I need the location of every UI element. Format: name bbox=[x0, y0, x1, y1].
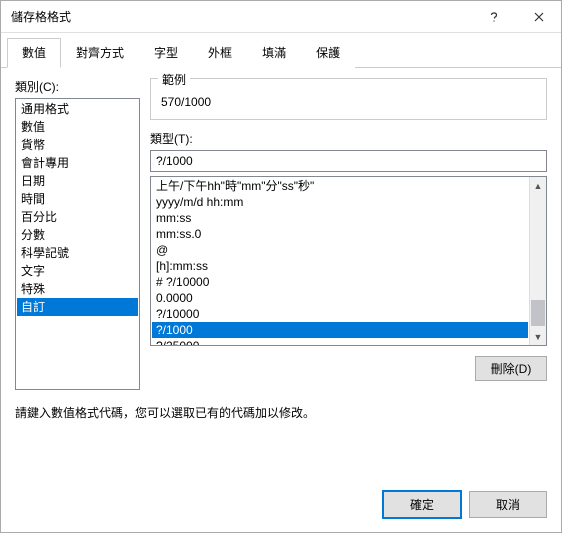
dialog-footer: 確定 取消 bbox=[1, 477, 561, 532]
close-button[interactable] bbox=[516, 1, 561, 32]
tab-protection[interactable]: 保護 bbox=[301, 38, 355, 68]
type-item[interactable]: ?/10000 bbox=[152, 306, 528, 322]
cancel-button[interactable]: 取消 bbox=[469, 491, 547, 518]
scrollbar[interactable]: ▲ ▼ bbox=[529, 177, 546, 345]
category-item[interactable]: 數值 bbox=[17, 118, 138, 136]
type-item[interactable]: 0.0000 bbox=[152, 290, 528, 306]
type-item[interactable]: mm:ss.0 bbox=[152, 226, 528, 242]
category-item[interactable]: 會計專用 bbox=[17, 154, 138, 172]
type-label: 類型(T): bbox=[150, 130, 547, 147]
tab-border[interactable]: 外框 bbox=[193, 38, 247, 68]
category-item[interactable]: 分數 bbox=[17, 226, 138, 244]
type-item[interactable]: [h]:mm:ss bbox=[152, 258, 528, 274]
tab-font[interactable]: 字型 bbox=[139, 38, 193, 68]
format-cells-dialog: 儲存格格式 數值 對齊方式 字型 外框 填滿 保護 類別(C): 通用格式數值貨… bbox=[0, 0, 562, 533]
hint-text: 請鍵入數值格式代碼，您可以選取已有的代碼加以修改。 bbox=[15, 404, 547, 421]
type-item[interactable]: ?/1000 bbox=[152, 322, 528, 338]
category-item[interactable]: 百分比 bbox=[17, 208, 138, 226]
sample-label: 範例 bbox=[158, 71, 190, 88]
category-item[interactable]: 文字 bbox=[17, 262, 138, 280]
category-item[interactable]: 自訂 bbox=[17, 298, 138, 316]
type-item[interactable]: ?/25000 bbox=[152, 338, 528, 345]
category-list[interactable]: 通用格式數值貨幣會計專用日期時間百分比分數科學記號文字特殊自訂 bbox=[15, 98, 140, 390]
category-item[interactable]: 科學記號 bbox=[17, 244, 138, 262]
sample-value: 570/1000 bbox=[161, 95, 536, 109]
tab-bar: 數值 對齊方式 字型 外框 填滿 保護 bbox=[1, 37, 561, 68]
scroll-thumb[interactable] bbox=[531, 300, 545, 326]
sample-box: 範例 570/1000 bbox=[150, 78, 547, 120]
tab-fill[interactable]: 填滿 bbox=[247, 38, 301, 68]
type-list[interactable]: 上午/下午hh"時"mm"分"ss"秒"yyyy/m/d hh:mmmm:ssm… bbox=[150, 176, 547, 346]
category-item[interactable]: 時間 bbox=[17, 190, 138, 208]
scroll-track[interactable] bbox=[530, 194, 546, 328]
type-item[interactable]: yyyy/m/d hh:mm bbox=[152, 194, 528, 210]
type-item[interactable]: 上午/下午hh"時"mm"分"ss"秒" bbox=[152, 178, 528, 194]
type-item[interactable]: mm:ss bbox=[152, 210, 528, 226]
category-item[interactable]: 特殊 bbox=[17, 280, 138, 298]
help-button[interactable] bbox=[471, 1, 516, 32]
category-item[interactable]: 通用格式 bbox=[17, 100, 138, 118]
tab-alignment[interactable]: 對齊方式 bbox=[61, 38, 139, 68]
category-item[interactable]: 日期 bbox=[17, 172, 138, 190]
titlebar-buttons bbox=[471, 1, 561, 32]
scroll-down-icon[interactable]: ▼ bbox=[530, 328, 546, 345]
type-item[interactable]: # ?/10000 bbox=[152, 274, 528, 290]
dialog-title: 儲存格格式 bbox=[11, 8, 471, 25]
category-item[interactable]: 貨幣 bbox=[17, 136, 138, 154]
type-input[interactable] bbox=[150, 150, 547, 172]
category-label: 類別(C): bbox=[15, 78, 140, 95]
delete-button[interactable]: 刪除(D) bbox=[475, 356, 547, 381]
ok-button[interactable]: 確定 bbox=[383, 491, 461, 518]
scroll-up-icon[interactable]: ▲ bbox=[530, 177, 546, 194]
dialog-body: 類別(C): 通用格式數值貨幣會計專用日期時間百分比分數科學記號文字特殊自訂 範… bbox=[1, 68, 561, 477]
tab-number[interactable]: 數值 bbox=[7, 38, 61, 68]
titlebar: 儲存格格式 bbox=[1, 1, 561, 33]
type-item[interactable]: @ bbox=[152, 242, 528, 258]
